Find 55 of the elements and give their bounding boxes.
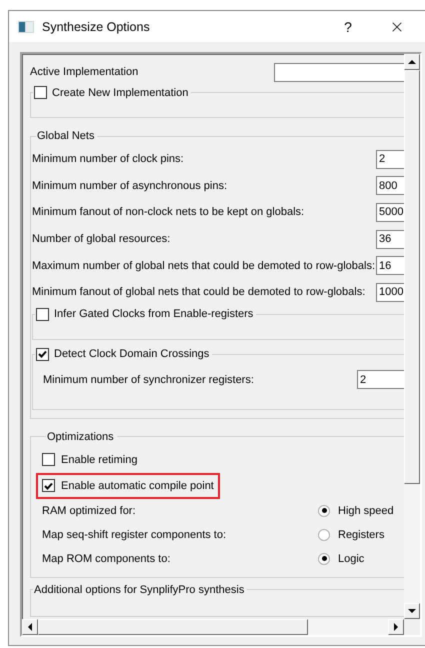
- option-label: Map ROM components to:: [42, 552, 172, 565]
- scroll-up-button[interactable]: [404, 54, 420, 70]
- checkbox[interactable]: [42, 453, 55, 466]
- checkmark-icon: [38, 350, 47, 358]
- checkbox-label: Enable automatic compile point: [61, 480, 214, 492]
- radio-label: Registers: [338, 528, 384, 541]
- input-field[interactable]: 5000: [376, 202, 404, 222]
- scrollbar-thumb[interactable]: [38, 619, 308, 635]
- input-field[interactable]: 36: [376, 230, 404, 249]
- checkbox-label: Infer Gated Clocks from Enable-registers: [54, 308, 254, 320]
- input-field[interactable]: [274, 62, 404, 82]
- checkbox-label: Enable retiming: [61, 454, 138, 466]
- radio-button[interactable]: [318, 528, 330, 541]
- horizontal-scrollbar[interactable]: [22, 619, 404, 635]
- checkbox[interactable]: [36, 348, 49, 361]
- group-title: Global Nets: [37, 130, 94, 142]
- field-label: Active Implementation: [30, 66, 140, 78]
- scroll-down-button[interactable]: [404, 603, 420, 619]
- radio-button[interactable]: [318, 504, 330, 517]
- input-field[interactable]: 2: [357, 370, 404, 390]
- field-label: Minimum number of asynchronous pins:: [32, 180, 228, 192]
- input-field[interactable]: 1000: [376, 282, 404, 302]
- vertical-scrollbar[interactable]: [404, 54, 420, 619]
- field-label: Minimum fanout of non-clock nets to be kept on globals:: [32, 206, 306, 218]
- checkbox-label: Detect Clock Domain Crossings: [54, 348, 210, 360]
- field-label: Minimum fanout of global nets that could be demoted to row-globals:: [32, 286, 366, 298]
- scroll-right-button[interactable]: [388, 619, 404, 635]
- window-icon: [18, 20, 34, 32]
- right-arrow-icon: [393, 623, 399, 631]
- down-arrow-icon: [408, 608, 416, 614]
- checkbox-label: Create New Implementation: [52, 86, 188, 98]
- checkmark-icon: [44, 482, 53, 490]
- option-label: RAM optimized for:: [42, 504, 137, 517]
- field-label: Minimum number of synchronizer registers:: [43, 374, 255, 386]
- window-title: Synthesize Options: [42, 20, 151, 34]
- field-label: Minimum number of clock pins:: [32, 153, 185, 166]
- group-title: Optimizations: [47, 430, 114, 443]
- scroll-left-button[interactable]: [22, 619, 38, 635]
- checkbox[interactable]: [42, 479, 55, 492]
- field-label: Maximum number of global nets that could be demoted to row-globals:: [32, 260, 376, 272]
- input-field[interactable]: 16: [376, 256, 404, 276]
- input-field[interactable]: 800: [376, 176, 404, 196]
- input-field[interactable]: 2: [376, 150, 404, 169]
- checkbox[interactable]: [34, 86, 47, 99]
- scrollbar-thumb[interactable]: [404, 70, 420, 484]
- field-label: Number of global resources:: [32, 233, 172, 246]
- option-label: Map seq-shift register components to:: [42, 528, 228, 541]
- radio-button[interactable]: [318, 552, 330, 565]
- radio-label: Logic: [338, 552, 364, 565]
- group-title: Additional options for SynplifyPro synthesis: [34, 584, 244, 596]
- up-arrow-icon: [408, 59, 416, 65]
- radio-label: High speed: [338, 504, 394, 517]
- left-arrow-icon: [27, 623, 33, 631]
- help-button[interactable]: ?: [325, 18, 371, 34]
- checkbox[interactable]: [36, 308, 49, 321]
